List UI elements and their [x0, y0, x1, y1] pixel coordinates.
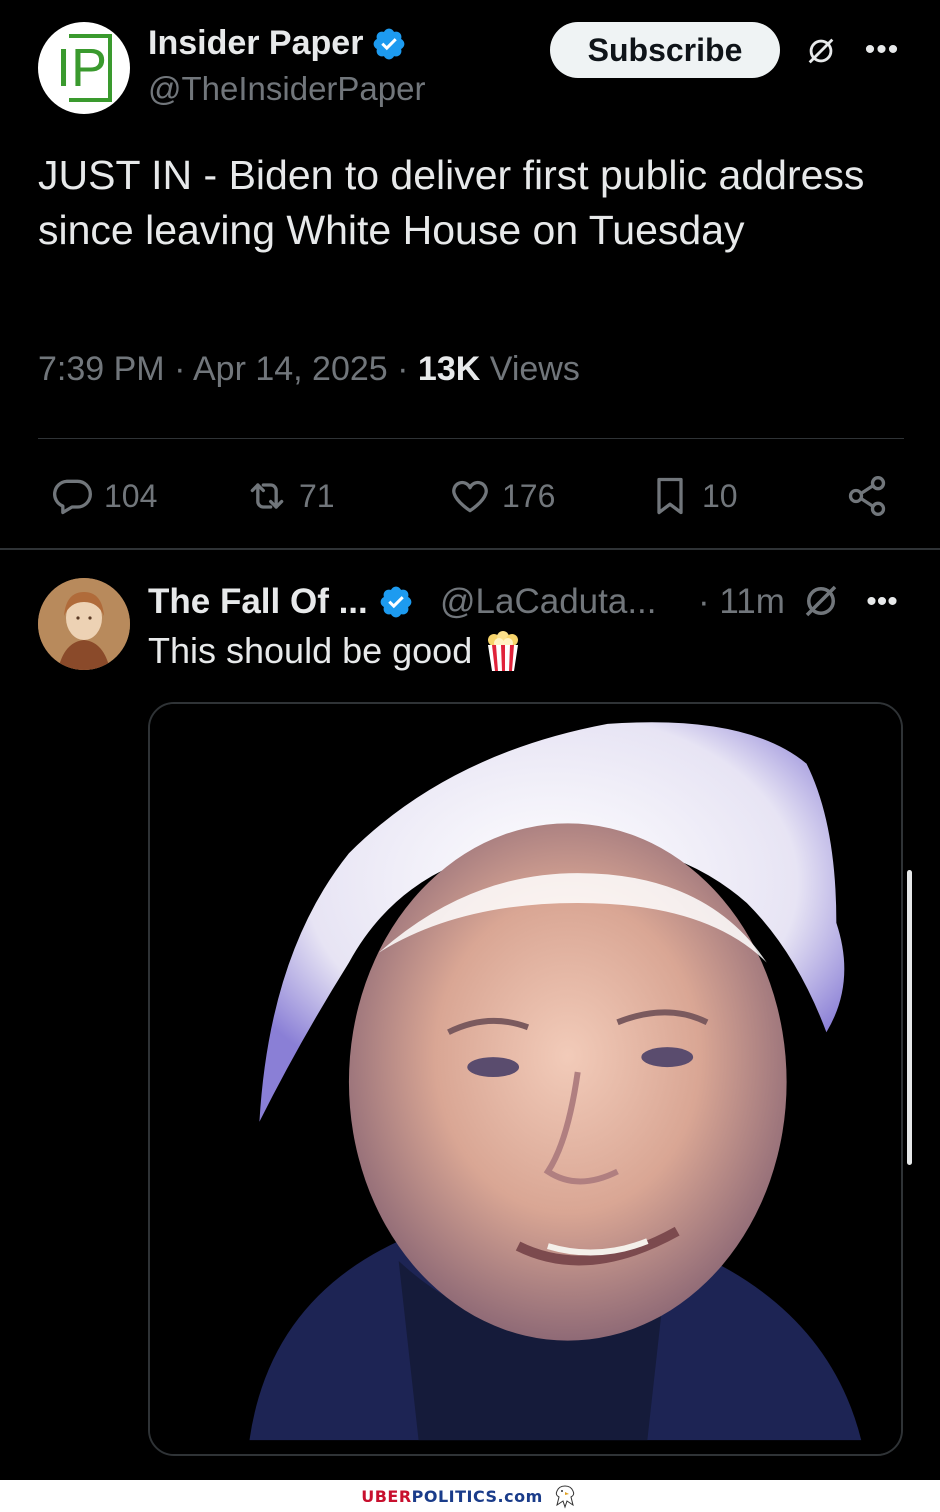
reply-author-name-text: The Fall Of ...: [148, 582, 368, 621]
reply-icon: [53, 479, 92, 515]
watermark-footer: UBERPOLITICS.com: [0, 1480, 940, 1512]
author-name-text: Insider Paper: [148, 24, 364, 62]
reply-author-handle[interactable]: @LaCaduta...: [440, 582, 657, 622]
views-label: Views: [489, 350, 580, 388]
repost-count: 71: [299, 477, 335, 514]
reply-button[interactable]: 104: [50, 472, 157, 520]
bookmark-button[interactable]: 10: [648, 472, 738, 520]
more-options-icon[interactable]: •••: [862, 30, 902, 70]
verified-badge-icon: [374, 28, 405, 59]
like-button[interactable]: 176: [448, 472, 555, 520]
site-watermark: UBERPOLITICS.com: [361, 1486, 543, 1506]
grok-icon[interactable]: [800, 580, 842, 622]
portrait-avatar-image: [38, 578, 130, 670]
views-count: 13K: [417, 350, 481, 388]
repost-icon: [250, 483, 284, 509]
verified-badge-icon: [380, 586, 412, 618]
reply-text-content: This should be good: [148, 630, 473, 671]
tweet-meta: 7:39 PM · Apr 14, 2025 · 13K Views: [38, 350, 580, 389]
reply-count: 104: [104, 477, 158, 514]
author-avatar[interactable]: IP: [38, 22, 130, 114]
heart-icon: [452, 480, 488, 513]
reply-tweet[interactable]: The Fall Of ... @LaCaduta... · 11m ••• T…: [0, 550, 940, 1470]
bookmark-icon: [657, 477, 683, 515]
subscribe-button[interactable]: Subscribe: [550, 22, 780, 78]
main-tweet: IP Insider Paper @TheInsiderPaper Subscr…: [0, 0, 940, 548]
portrait-photo: [150, 704, 901, 1454]
reply-author-name[interactable]: The Fall Of ...: [148, 582, 414, 622]
author-handle[interactable]: @TheInsiderPaper: [148, 70, 425, 108]
popcorn-emoji-icon: [488, 631, 519, 671]
meta-separator: ·: [397, 350, 418, 388]
meta-separator: ·: [174, 350, 193, 388]
tweet-time[interactable]: 7:39 PM: [38, 350, 165, 388]
eagle-icon: [555, 1485, 574, 1509]
insider-paper-logo: IP: [56, 34, 113, 102]
bookmark-count: 10: [702, 477, 738, 514]
author-name[interactable]: Insider Paper: [148, 24, 407, 63]
repost-button[interactable]: 71: [245, 472, 335, 520]
reply-text: This should be good: [148, 630, 522, 672]
share-button[interactable]: [845, 472, 889, 520]
scrollbar[interactable]: [907, 870, 912, 1165]
reply-media-image[interactable]: [148, 702, 903, 1456]
reply-author-avatar[interactable]: [38, 578, 130, 670]
grok-icon[interactable]: [804, 34, 838, 68]
divider: [38, 438, 904, 439]
like-count: 176: [502, 477, 556, 514]
share-icon: [848, 476, 886, 516]
reply-time[interactable]: · 11m: [698, 582, 785, 622]
tweet-date[interactable]: Apr 14, 2025: [193, 350, 388, 388]
tweet-text: JUST IN - Biden to deliver first public …: [38, 152, 865, 253]
more-options-icon[interactable]: •••: [862, 582, 902, 622]
